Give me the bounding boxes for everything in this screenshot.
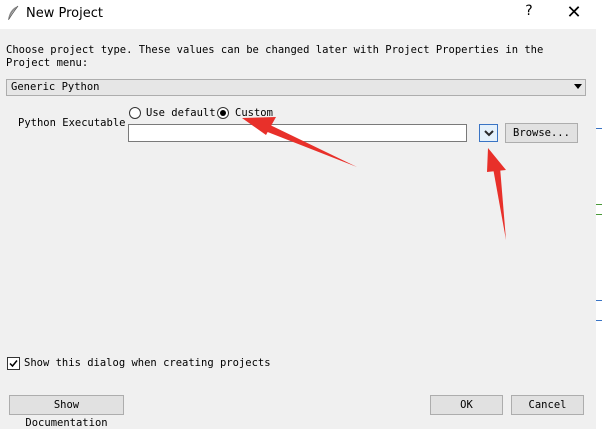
custom-radio[interactable] xyxy=(217,107,229,119)
custom-label[interactable]: Custom xyxy=(235,107,273,119)
window-title: New Project xyxy=(26,6,103,21)
cancel-button[interactable]: Cancel xyxy=(511,395,584,415)
edge-mark xyxy=(596,214,602,215)
use-default-label[interactable]: Use default xyxy=(146,107,216,119)
project-type-value: Generic Python xyxy=(11,81,100,93)
project-type-select[interactable]: Generic Python xyxy=(6,79,586,96)
python-executable-label: Python Executable xyxy=(18,117,126,129)
chevron-down-icon xyxy=(484,130,494,137)
show-dialog-label[interactable]: Show this dialog when creating projects xyxy=(24,357,271,369)
browse-button[interactable]: Browse... xyxy=(505,123,578,143)
ok-button[interactable]: OK xyxy=(430,395,503,415)
title-bar: New Project ? ✕ xyxy=(0,0,602,28)
help-button[interactable]: ? xyxy=(521,3,537,23)
radio-selected-dot xyxy=(220,110,226,116)
dropdown-arrow-icon xyxy=(574,84,582,89)
edge-mark xyxy=(596,300,602,301)
show-dialog-checkbox[interactable] xyxy=(7,357,20,370)
close-button[interactable]: ✕ xyxy=(564,2,584,24)
edge-mark xyxy=(596,128,602,129)
show-documentation-button[interactable]: Show Documentation xyxy=(9,395,124,429)
executable-history-dropdown[interactable] xyxy=(479,124,498,142)
edge-mark xyxy=(596,320,602,321)
python-executable-input[interactable] xyxy=(128,124,467,142)
project-type-description: Choose project type. These values can be… xyxy=(6,44,544,69)
feather-icon xyxy=(8,5,19,20)
use-default-radio[interactable] xyxy=(129,107,141,119)
edge-mark xyxy=(596,204,602,205)
checkmark-icon xyxy=(9,360,18,368)
